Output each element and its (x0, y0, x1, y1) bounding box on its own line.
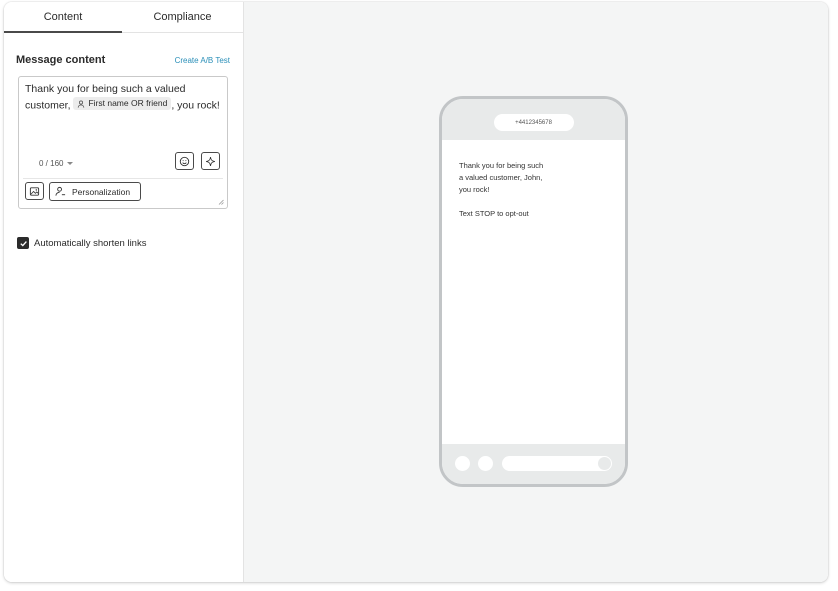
shorten-links-option: Automatically shorten links (17, 237, 146, 249)
message-content-header: Message content Create A/B Test (4, 54, 243, 66)
personalization-button[interactable]: Personalization (49, 182, 141, 201)
char-counter[interactable]: 0 / 160 (39, 159, 74, 168)
tab-content[interactable]: Content (4, 2, 122, 33)
user-icon (78, 100, 85, 108)
phone-number: +4412345678 (493, 114, 574, 131)
add-user-icon (55, 186, 66, 196)
smiley-icon (179, 156, 190, 166)
resize-handle-icon[interactable] (218, 199, 224, 205)
checkmark-icon (19, 240, 27, 247)
apps-placeholder-icon (478, 456, 493, 471)
char-counter-text: 0 / 160 (39, 159, 64, 168)
message-editor[interactable]: Thank you for being such a valued custom… (18, 76, 228, 209)
personalization-button-label: Personalization (72, 186, 131, 197)
message-input-placeholder (502, 456, 612, 471)
phone-footer (442, 444, 625, 484)
tab-bar: Content Compliance (4, 2, 243, 33)
preview-opt-out: Text STOP to opt-out (459, 209, 529, 218)
add-image-button[interactable] (25, 182, 44, 200)
ai-assist-button[interactable] (201, 152, 220, 170)
phone-header: +4412345678 (442, 99, 625, 140)
shorten-links-checkbox[interactable] (17, 237, 29, 249)
create-ab-test-link[interactable]: Create A/B Test (175, 56, 230, 65)
image-icon (29, 186, 40, 196)
message-content-title: Message content (16, 54, 106, 66)
message-text-after: , you rock! (171, 99, 220, 112)
editor-divider (23, 178, 223, 179)
personalization-chip-label: First name OR friend (88, 98, 168, 108)
message-text[interactable]: Thank you for being such a valued custom… (25, 82, 223, 114)
content-panel: Content Compliance Message content Creat… (4, 2, 244, 582)
tab-compliance[interactable]: Compliance (122, 2, 243, 32)
emoji-button[interactable] (175, 152, 194, 170)
camera-placeholder-icon (455, 456, 470, 471)
sparkle-icon (206, 156, 215, 166)
app-frame: Content Compliance Message content Creat… (4, 2, 828, 582)
chevron-down-icon (67, 162, 74, 165)
preview-message: Thank you for being such a valued custom… (459, 161, 544, 194)
shorten-links-label: Automatically shorten links (34, 237, 147, 249)
preview-area: +4412345678 Thank you for being such a v… (244, 2, 828, 582)
send-placeholder-icon (598, 457, 611, 470)
personalization-chip[interactable]: First name OR friend (73, 97, 172, 110)
phone-preview: +4412345678 Thank you for being such a v… (439, 96, 628, 487)
